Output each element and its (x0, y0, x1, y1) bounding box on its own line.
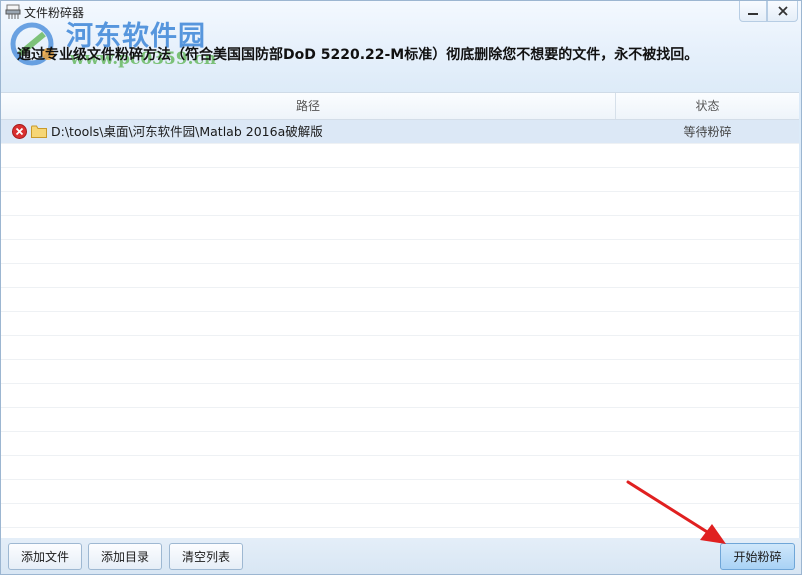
empty-row (1, 240, 799, 264)
add-file-button[interactable]: 添加文件 (8, 543, 82, 570)
row-path: D:\tools\桌面\河东软件园\Matlab 2016a破解版 (51, 124, 323, 139)
shredder-icon (5, 4, 21, 19)
empty-row (1, 384, 799, 408)
start-shred-button[interactable]: 开始粉碎 (720, 543, 795, 570)
description-headline: 通过专业级文件粉碎方法（符合美国国防部DoD 5220.22-M标准）彻底删除您… (17, 47, 699, 63)
empty-row (1, 480, 799, 504)
empty-row (1, 192, 799, 216)
list-rows: D:\tools\桌面\河东软件园\Matlab 2016a破解版 等待粉碎 (1, 120, 799, 539)
add-directory-button[interactable]: 添加目录 (88, 543, 162, 570)
empty-row (1, 504, 799, 528)
row-status: 等待粉碎 (683, 125, 732, 139)
empty-row (1, 144, 799, 168)
file-list[interactable]: 路径 状态 D:\tools\桌面\河东软件园\Matlab 2016a破解版 … (1, 92, 799, 539)
empty-row (1, 264, 799, 288)
minimize-button[interactable] (739, 0, 767, 22)
delete-icon[interactable] (12, 124, 27, 139)
close-icon (777, 6, 788, 16)
empty-row (1, 288, 799, 312)
file-shredder-window: 文件粉碎器 河东软件园 www.pc0359.cn 通过专业级文件粉碎方法（符合… (0, 0, 802, 575)
empty-row (1, 408, 799, 432)
close-button[interactable] (767, 0, 798, 22)
table-row[interactable]: D:\tools\桌面\河东软件园\Matlab 2016a破解版 等待粉碎 (1, 120, 799, 144)
button-bar: 添加文件 添加目录 清空列表 开始粉碎 (0, 538, 802, 575)
column-header-status[interactable]: 状态 (616, 93, 799, 119)
minimize-icon (748, 13, 758, 15)
folder-icon (31, 125, 47, 138)
empty-row (1, 312, 799, 336)
empty-row (1, 168, 799, 192)
title-bar: 文件粉碎器 河东软件园 www.pc0359.cn 通过专业级文件粉碎方法（符合… (0, 0, 802, 92)
column-header-path[interactable]: 路径 (1, 93, 616, 119)
empty-row (1, 336, 799, 360)
empty-row (1, 360, 799, 384)
list-header: 路径 状态 (1, 93, 799, 120)
clear-list-button[interactable]: 清空列表 (169, 543, 243, 570)
empty-row (1, 456, 799, 480)
empty-row (1, 216, 799, 240)
empty-row (1, 432, 799, 456)
